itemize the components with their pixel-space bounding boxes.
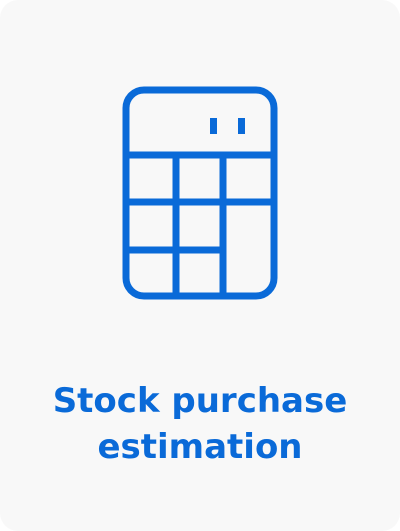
calculator-icon xyxy=(122,86,278,300)
card-title: Stock purchase estimation xyxy=(20,378,380,470)
card-title-line-2: estimation xyxy=(97,427,303,467)
stock-purchase-estimation-card[interactable]: Stock purchase estimation xyxy=(0,0,400,531)
card-title-line-1: Stock purchase xyxy=(52,381,348,421)
